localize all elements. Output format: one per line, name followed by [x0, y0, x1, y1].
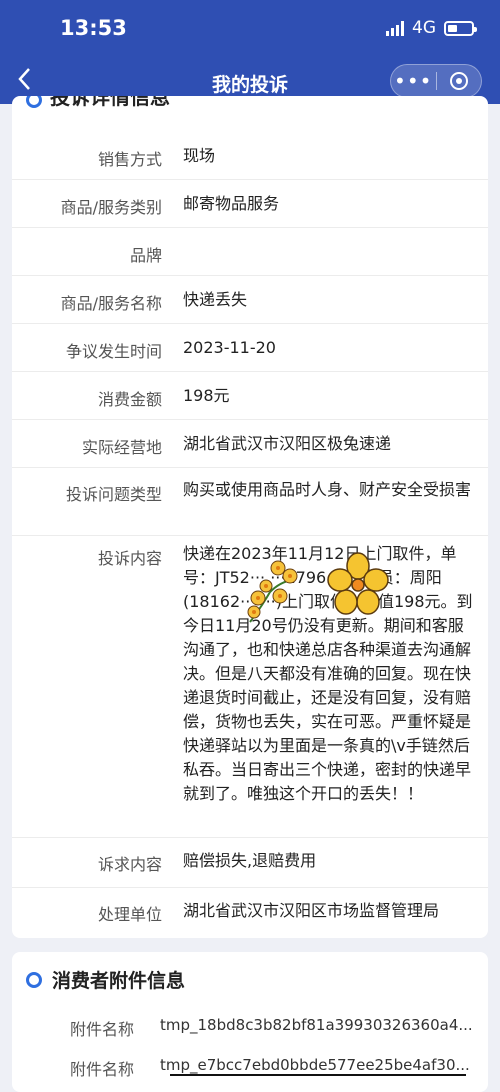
- status-time: 13:53: [60, 16, 127, 40]
- row-value: 2023-11-20: [183, 338, 276, 357]
- bullet-icon: [26, 971, 42, 988]
- flower-sticker-icon: [270, 560, 298, 584]
- flower-sticker-icon: [327, 552, 389, 615]
- detail-row: 销售方式 现场: [12, 132, 488, 180]
- row-label: 投诉问题类型: [65, 485, 162, 504]
- redaction-bar: [170, 1074, 466, 1076]
- row-label: 争议发生时间: [65, 342, 162, 361]
- detail-row: 争议发生时间 2023-11-20: [12, 324, 488, 372]
- row-label: 商品/服务类别: [60, 198, 162, 217]
- row-value: 湖北省武汉市汉阳区市场监督管理局: [183, 901, 440, 920]
- mini-program-capsule: •••: [390, 64, 482, 98]
- row-value: 现场: [183, 146, 216, 165]
- section-title: 投诉详情信息: [26, 96, 170, 108]
- row-label: 处理单位: [97, 905, 162, 924]
- detail-row: 品牌: [12, 228, 488, 276]
- detail-row: 消费金额 198元: [12, 372, 488, 420]
- battery-icon: [444, 20, 477, 36]
- row-label: 投诉内容: [97, 549, 162, 568]
- attachment-link[interactable]: tmp_e7bcc7ebd0bbde577ee25be4af30...: [160, 1056, 480, 1074]
- detail-row: 投诉问题类型 购买或使用商品时人身、财产安全受损害: [12, 468, 488, 536]
- bullet-icon: [26, 96, 42, 108]
- detail-row: 处理单位 湖北省武汉市汉阳区市场监督管理局: [12, 888, 488, 938]
- section-title: 消费者附件信息: [26, 966, 185, 993]
- row-value: 购买或使用商品时人身、财产安全受损害: [183, 480, 472, 499]
- row-label: 消费金额: [97, 390, 162, 409]
- attachment-label: 附件名称: [70, 1060, 135, 1079]
- row-value: 赔偿损失,退赔费用: [183, 851, 317, 870]
- attachment-card: 消费者附件信息 附件名称 tmp_18bd8c3b82bf81a39930326…: [12, 952, 488, 1092]
- attachment-label: 附件名称: [70, 1020, 135, 1039]
- complaint-details-card: 投诉详情信息 销售方式 现场 商品/服务类别 邮寄物品服务 品牌 商品/服务名称…: [12, 96, 488, 938]
- signal-icon: [386, 20, 404, 36]
- row-label: 品牌: [129, 246, 162, 265]
- detail-row: 商品/服务类别 邮寄物品服务: [12, 180, 488, 228]
- row-label: 销售方式: [97, 150, 162, 169]
- more-icon[interactable]: •••: [391, 71, 436, 91]
- row-value: 198元: [183, 386, 230, 405]
- network-label: 4G: [412, 18, 436, 38]
- row-label: 诉求内容: [97, 855, 162, 874]
- row-value: 快递丢失: [183, 290, 248, 309]
- detail-row: 实际经营地 湖北省武汉市汉阳区极兔速递: [12, 420, 488, 468]
- detail-row: 商品/服务名称 快递丢失: [12, 276, 488, 324]
- status-indicators: 4G: [386, 18, 477, 38]
- attachment-link[interactable]: tmp_18bd8c3b82bf81a39930326360a4...: [160, 1016, 480, 1034]
- row-value: 邮寄物品服务: [183, 194, 280, 213]
- detail-row: 诉求内容 赔偿损失,退赔费用: [12, 838, 488, 888]
- row-label: 商品/服务名称: [60, 294, 162, 313]
- close-miniprogram-icon[interactable]: [437, 72, 482, 90]
- status-bar: 13:53 4G: [0, 0, 500, 62]
- row-label: 实际经营地: [81, 438, 162, 457]
- row-value: 湖北省武汉市汉阳区极兔速递: [183, 434, 392, 453]
